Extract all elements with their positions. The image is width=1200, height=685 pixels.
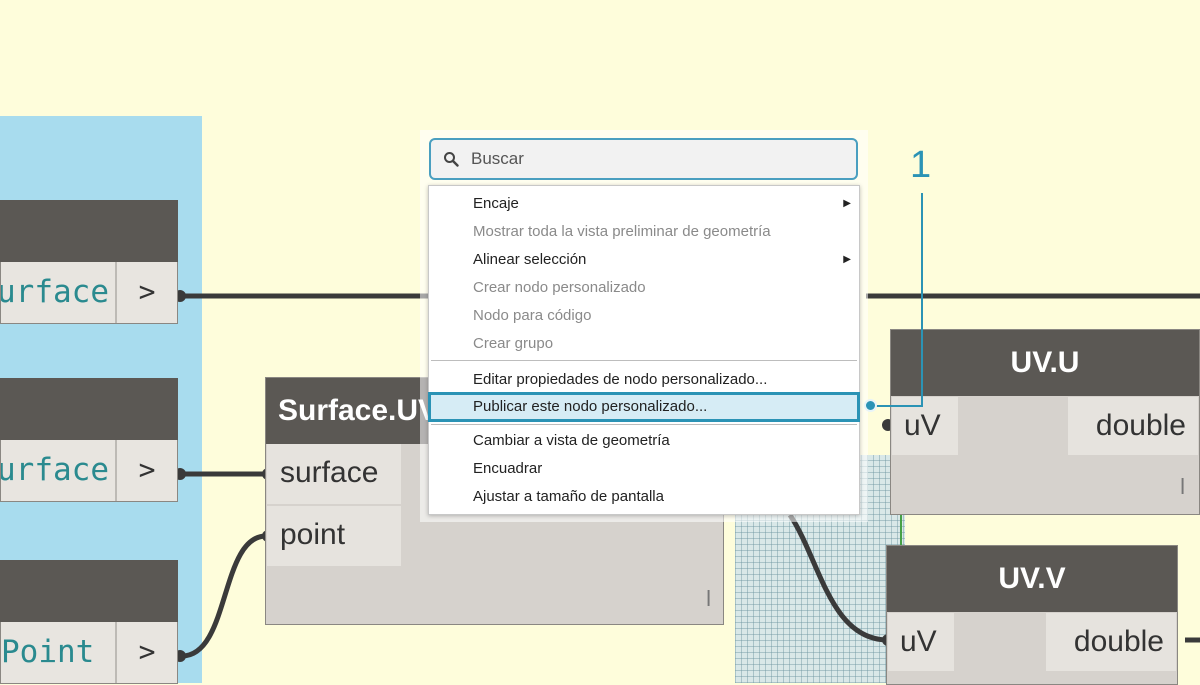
wire-point-to-uv bbox=[181, 533, 267, 659]
uv-u-node[interactable]: UV.U uV double l bbox=[890, 329, 1200, 515]
node-title[interactable]: UV.U bbox=[891, 330, 1199, 396]
callout-dot bbox=[864, 399, 877, 412]
input-port-point[interactable]: point bbox=[267, 506, 401, 566]
output-port-label: Surface bbox=[1, 440, 117, 501]
surface-node-2[interactable]: Surface > bbox=[0, 378, 178, 502]
output-port-label: Surface bbox=[1, 262, 117, 323]
output-arrow[interactable]: > bbox=[117, 262, 177, 323]
menu-item-edit-custom-node-properties[interactable]: Editar propiedades de nodo personalizado… bbox=[429, 366, 859, 394]
menu-item-zoom-to-fit[interactable]: Encuadrar bbox=[429, 455, 859, 483]
callout-line bbox=[921, 193, 923, 406]
menu-item-encaje[interactable]: Encaje ▶ bbox=[429, 190, 859, 218]
menu-item-label: Alinear selección bbox=[473, 251, 587, 268]
search-box[interactable]: Buscar bbox=[429, 138, 858, 180]
input-port-surface[interactable]: surface bbox=[267, 444, 401, 504]
output-port-label: Point bbox=[1, 622, 117, 683]
submenu-arrow-icon: ▶ bbox=[843, 198, 851, 209]
menu-item-switch-geometry-view[interactable]: Cambiar a vista de geometría bbox=[429, 427, 859, 455]
node-header[interactable] bbox=[0, 378, 178, 440]
menu-item-label: Encaje bbox=[473, 195, 519, 212]
uv-v-node[interactable]: UV.V uV double bbox=[886, 545, 1178, 685]
output-port-double[interactable]: double bbox=[1068, 397, 1198, 455]
search-placeholder[interactable]: Buscar bbox=[471, 149, 524, 169]
menu-item-node-to-code: Nodo para código bbox=[473, 307, 592, 324]
menu-separator bbox=[431, 424, 857, 425]
menu-separator bbox=[431, 360, 857, 361]
node-title[interactable]: UV.V bbox=[887, 546, 1177, 612]
submenu-arrow-icon: ▶ bbox=[843, 254, 851, 265]
node-output-row[interactable]: Point > bbox=[0, 622, 178, 684]
menu-item-align-selection[interactable]: Alinear selección ▶ bbox=[429, 246, 859, 274]
lacing-indicator: l bbox=[706, 586, 711, 611]
menu-item-create-custom-node: Crear nodo personalizado bbox=[473, 279, 646, 296]
input-port-uv[interactable]: uV bbox=[888, 613, 954, 671]
output-arrow[interactable]: > bbox=[117, 440, 177, 501]
surface-node-1[interactable]: Surface > bbox=[0, 200, 178, 324]
search-icon bbox=[431, 151, 471, 167]
output-port-double[interactable]: double bbox=[1046, 613, 1176, 671]
node-header[interactable] bbox=[0, 200, 178, 262]
menu-item-fit-to-screen[interactable]: Ajustar a tamaño de pantalla bbox=[429, 483, 859, 511]
graph-canvas[interactable]: Surface > Surface > Point > Surface.UV s… bbox=[0, 0, 1200, 685]
node-output-row[interactable]: Surface > bbox=[0, 262, 178, 324]
node-output-row[interactable]: Surface > bbox=[0, 440, 178, 502]
callout-number: 1 bbox=[910, 144, 932, 186]
point-node[interactable]: Point > bbox=[0, 560, 178, 684]
wire-uv-to-uvv bbox=[787, 513, 889, 643]
node-header[interactable] bbox=[0, 560, 178, 622]
lacing-indicator: l bbox=[1180, 474, 1185, 499]
menu-item-show-all-preview: Mostrar toda la vista preliminar de geom… bbox=[473, 223, 771, 240]
callout-line bbox=[872, 405, 923, 407]
menu-item-publish-custom-node[interactable]: Publicar este nodo personalizado... bbox=[428, 392, 860, 422]
menu-item-create-group: Crear grupo bbox=[473, 335, 554, 352]
context-menu: Encaje ▶ Mostrar toda la vista prelimina… bbox=[428, 185, 860, 515]
output-arrow[interactable]: > bbox=[117, 622, 177, 683]
